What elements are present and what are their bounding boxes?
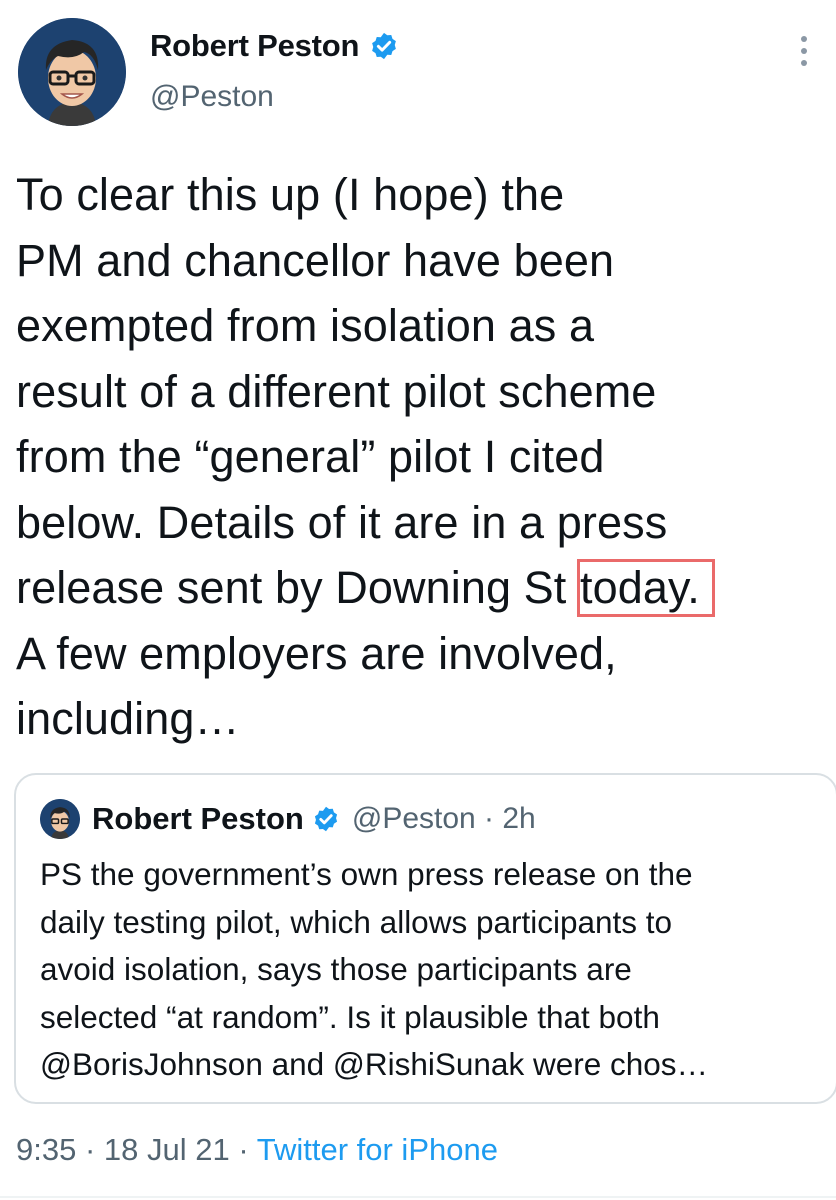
tweet-line: from the “general” pilot I cited: [16, 431, 605, 482]
tweet-text: To clear this up (I hope) the PM and cha…: [16, 162, 816, 752]
quoted-author-avatar: [40, 799, 80, 839]
meta-separator: ·: [76, 1132, 104, 1167]
cartoon-avatar-icon: [18, 18, 126, 126]
tweet-line: below. Details of it are in a press: [16, 496, 668, 548]
author-names: Robert Peston @Peston: [150, 28, 399, 114]
quoted-line: avoid isolation, says those participants…: [40, 951, 632, 987]
quoted-author-name: Robert Peston: [92, 801, 304, 836]
tweet-line-with-highlight: release sent by Downing St today.: [16, 555, 816, 621]
more-options-icon[interactable]: [794, 36, 814, 76]
author-avatar[interactable]: [18, 18, 126, 126]
tweet-time: 9:35: [16, 1132, 77, 1167]
quoted-tweet-card[interactable]: Robert Peston @Peston · 2h PS the govern…: [14, 773, 836, 1104]
divider: [0, 1196, 836, 1198]
tweet-line: exempted from isolation as a: [16, 300, 595, 351]
tweet-source-link[interactable]: Twitter for iPhone: [257, 1132, 498, 1167]
quoted-line: daily testing pilot, which allows partic…: [40, 903, 673, 940]
quoted-line: selected “at random”. Is it plausible th…: [40, 998, 660, 1035]
tweet-line-part: release sent by Downing St: [16, 562, 580, 613]
verified-badge-icon: [312, 805, 340, 833]
tweet-line: result of a different pilot scheme: [16, 365, 657, 417]
tweet-line: including…: [16, 693, 240, 744]
tweet-meta: 9:35 · 18 Jul 21 · Twitter for iPhone: [16, 1132, 498, 1168]
quoted-line: PS the government’s own press release on…: [40, 856, 693, 892]
cartoon-avatar-icon: [40, 799, 80, 839]
meta-separator: ·: [229, 1132, 257, 1167]
author-handle[interactable]: @Peston: [150, 80, 399, 114]
tweet-line: PM and chancellor have been: [16, 234, 615, 286]
tweet-line: A few employers are involved,: [16, 627, 617, 679]
highlighted-word: today.: [577, 559, 715, 617]
quoted-handle-time: @Peston · 2h: [351, 802, 536, 835]
tweet-line: To clear this up (I hope) the: [16, 169, 565, 220]
tweet-header: Robert Peston @Peston: [18, 18, 818, 130]
quoted-line: @BorisJohnson and @RishiSunak were chos…: [40, 1046, 709, 1082]
author-display-name[interactable]: Robert Peston: [150, 28, 399, 64]
quoted-tweet-header: Robert Peston @Peston · 2h: [40, 799, 536, 839]
author-display-name-text[interactable]: Robert Peston: [150, 28, 359, 64]
verified-badge-icon: [369, 31, 399, 61]
quoted-tweet-text: PS the government’s own press release on…: [40, 851, 820, 1089]
tweet-date: 18 Jul 21: [103, 1132, 230, 1167]
